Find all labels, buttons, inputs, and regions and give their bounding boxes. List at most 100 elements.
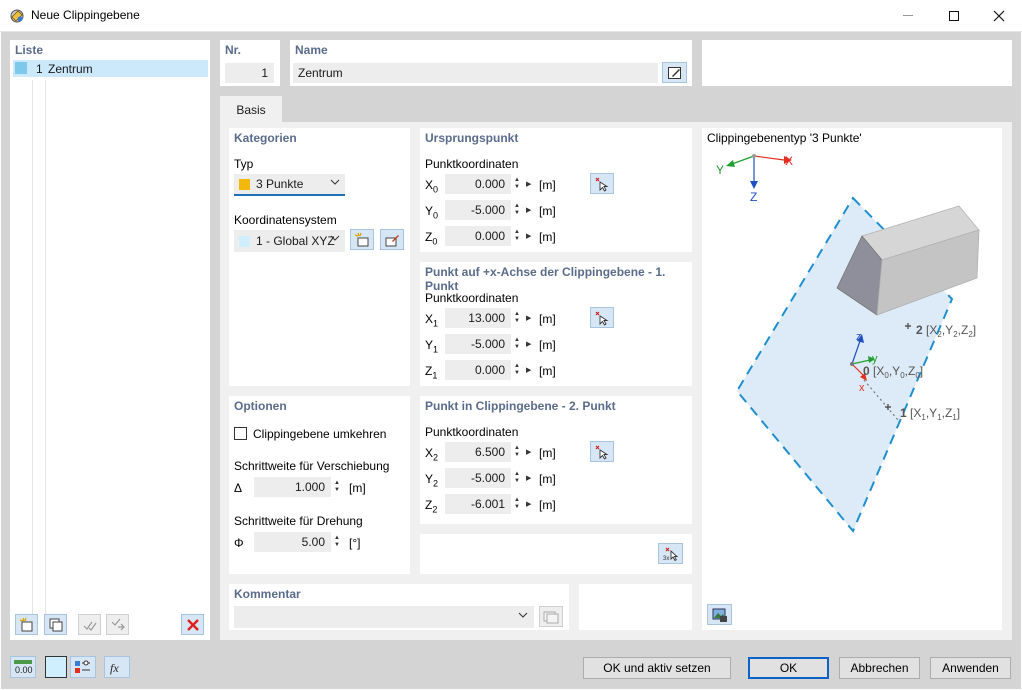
- name-field[interactable]: Zentrum: [293, 63, 658, 83]
- point1-z-menu-arrow[interactable]: ▶: [526, 366, 531, 374]
- delete-icon: [186, 618, 199, 631]
- point1-y-input[interactable]: -5.000: [445, 334, 511, 354]
- point1-x-input[interactable]: 13.000: [445, 308, 511, 328]
- tab-basis[interactable]: Basis: [220, 96, 282, 124]
- shift-input[interactable]: 1.000: [254, 477, 331, 497]
- units-button[interactable]: 0.00: [10, 656, 36, 678]
- point2-y-spinner[interactable]: ▲ ▼: [511, 468, 523, 488]
- new-item-button[interactable]: [15, 614, 38, 635]
- list-title: Liste: [15, 43, 44, 57]
- origin-y-menu-arrow[interactable]: ▶: [526, 206, 531, 214]
- nr-field[interactable]: 1: [225, 63, 274, 83]
- axis-x-label: X: [785, 154, 793, 168]
- invert-checkbox[interactable]: [234, 427, 247, 440]
- point0-label-text: 0 [X0,Y0,Z0]: [863, 364, 923, 380]
- minimize-button[interactable]: [885, 0, 931, 31]
- close-icon: [993, 10, 1005, 21]
- pick-three-points-button[interactable]: 3x: [658, 543, 683, 564]
- options-title: Optionen: [234, 399, 287, 413]
- edit-name-button[interactable]: [662, 62, 687, 83]
- copy-item-button[interactable]: [44, 614, 67, 635]
- point2-z-input[interactable]: -6.001: [445, 494, 511, 514]
- origin-y-spinner[interactable]: ▲ ▼: [511, 200, 523, 220]
- rot-spinner[interactable]: ▲ ▼: [331, 532, 343, 552]
- name-panel: Name Zentrum: [290, 40, 692, 86]
- comment-library-button[interactable]: [539, 606, 563, 627]
- new-icon: [19, 617, 32, 631]
- delete-button[interactable]: [181, 614, 204, 635]
- point1-y-menu-arrow[interactable]: ▶: [526, 340, 531, 348]
- typ-label: Typ: [234, 157, 254, 171]
- shift-symbol: Δ: [234, 481, 243, 495]
- close-window-button[interactable]: [976, 0, 1022, 31]
- cancel-button[interactable]: Abbrechen: [839, 657, 920, 679]
- point1-z-unit: [m]: [539, 364, 556, 378]
- rot-unit: [°]: [349, 536, 361, 550]
- comment-input[interactable]: [234, 606, 534, 628]
- color-button[interactable]: [45, 656, 67, 678]
- edit-object-icon: [385, 234, 399, 246]
- preview-image-button[interactable]: [707, 604, 732, 625]
- point0-x-letter: X: [876, 364, 884, 378]
- point1-z-input[interactable]: 0.000: [445, 360, 511, 380]
- origin-y-input[interactable]: -5.000: [445, 200, 511, 220]
- display-settings-button[interactable]: [70, 656, 96, 678]
- pick-origin-button[interactable]: [590, 173, 614, 194]
- new-icon: [354, 232, 369, 246]
- nr-label: Nr.: [225, 43, 242, 57]
- axis-z-label: Z: [750, 190, 757, 204]
- origin-z-input[interactable]: 0.000: [445, 226, 511, 246]
- maximize-button[interactable]: [931, 0, 977, 31]
- point1-y-axis: Y: [425, 338, 434, 352]
- apply-button[interactable]: Anwenden: [930, 657, 1011, 679]
- tab-basis-label: Basis: [236, 103, 266, 117]
- point2-x-menu-arrow[interactable]: ▶: [526, 448, 531, 456]
- point2-y-input[interactable]: -5.000: [445, 468, 511, 488]
- edit-cs-button[interactable]: [380, 229, 404, 250]
- point1-y-sub: 1: [433, 344, 439, 355]
- point2-panel: Punkt in Clippingebene - 2. Punkt Punktk…: [420, 396, 692, 524]
- origin-x-input[interactable]: 0.000: [445, 174, 511, 194]
- origin-z-menu-arrow[interactable]: ▶: [526, 232, 531, 240]
- point1-x-menu-arrow[interactable]: ▶: [526, 314, 531, 322]
- origin-x-sub: 0: [433, 184, 439, 195]
- rot-input[interactable]: 5.00: [254, 532, 331, 552]
- new-cs-button[interactable]: [350, 229, 374, 250]
- pick-point1-button[interactable]: [590, 307, 614, 328]
- point2-y-menu-arrow[interactable]: ▶: [526, 474, 531, 482]
- origin-y-sub: 0: [433, 210, 439, 221]
- point2-x-input[interactable]: 6.500: [445, 442, 511, 462]
- list-item-color: [15, 62, 27, 74]
- point1-x-unit: [m]: [539, 312, 556, 326]
- point1-y-spinner[interactable]: ▲ ▼: [511, 334, 523, 354]
- info-panel: [702, 40, 1012, 86]
- cs-select[interactable]: 1 - Global XYZ: [234, 230, 345, 252]
- ok-and-activate-button[interactable]: OK und aktiv setzen: [583, 657, 731, 679]
- point1-panel: Punkt auf +x-Achse der Clippingebene - 1…: [420, 262, 692, 386]
- uncheck-button[interactable]: [106, 614, 129, 635]
- point2-z-menu-arrow[interactable]: ▶: [526, 500, 531, 508]
- uncheck-icon: [111, 618, 125, 630]
- point1-x-spinner[interactable]: ▲ ▼: [511, 308, 523, 328]
- pick-all-panel: 3x: [420, 534, 692, 574]
- point2-x-spinner[interactable]: ▲ ▼: [511, 442, 523, 462]
- list-item[interactable]: 1 Zentrum: [13, 60, 208, 77]
- typ-select[interactable]: 3 Punkte: [234, 174, 345, 196]
- chevron-down-icon: [518, 610, 528, 623]
- svg-text:fx: fx: [110, 661, 119, 675]
- shift-spinner[interactable]: ▲ ▼: [331, 477, 343, 497]
- list-item-number: 1: [36, 62, 43, 76]
- point2-z-spinner[interactable]: ▲ ▼: [511, 494, 523, 514]
- pick-point2-button[interactable]: [590, 441, 614, 462]
- formula-button[interactable]: fx: [104, 656, 130, 678]
- origin-z-spinner[interactable]: ▲ ▼: [511, 226, 523, 246]
- check-all-button[interactable]: [78, 614, 101, 635]
- local-x-label: x: [859, 382, 865, 394]
- origin-x-spinner[interactable]: ▲ ▼: [511, 174, 523, 194]
- origin-z-unit: [m]: [539, 230, 556, 244]
- ok-button[interactable]: OK: [748, 657, 829, 679]
- origin-x-menu-arrow[interactable]: ▶: [526, 180, 531, 188]
- point1-z-spinner[interactable]: ▲ ▼: [511, 360, 523, 380]
- point1-subtitle: Punktkoordinaten: [425, 291, 519, 305]
- cs-value: 1 - Global XYZ: [256, 234, 335, 248]
